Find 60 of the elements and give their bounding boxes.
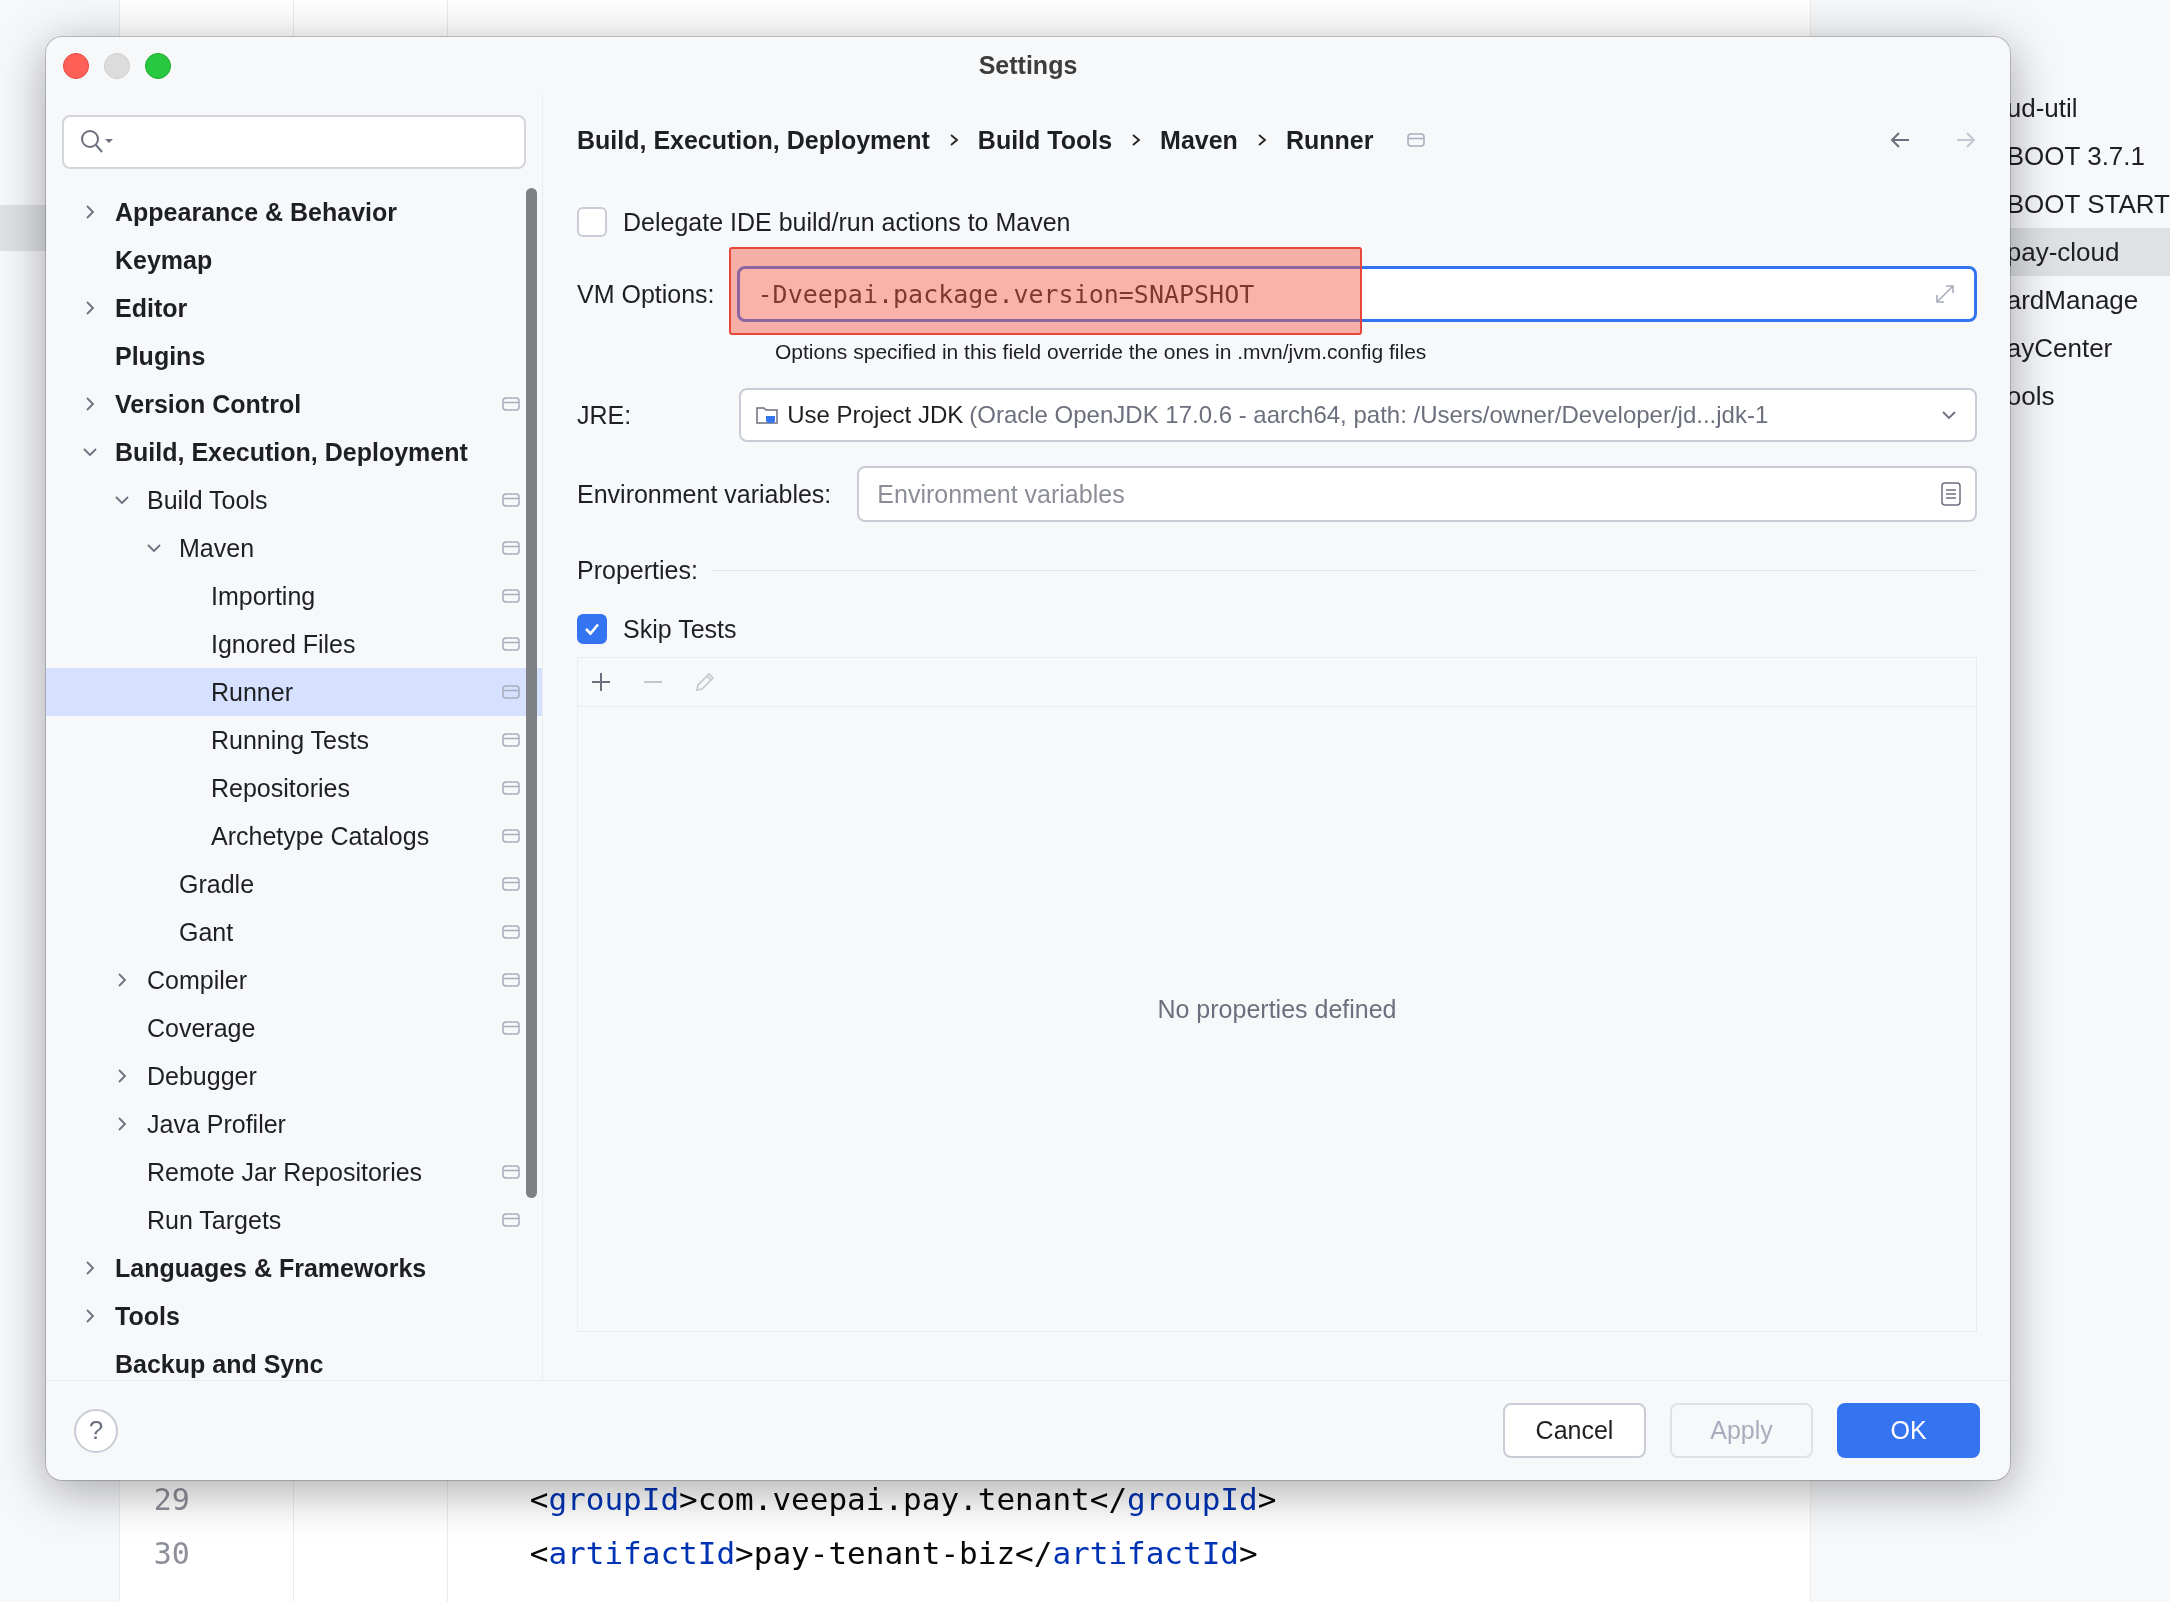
environment-variables-field[interactable]: Environment variables (857, 466, 1977, 522)
tree-item[interactable]: Maven (46, 524, 542, 572)
window-icon (1407, 132, 1426, 148)
expand-icon[interactable] (1934, 283, 1956, 305)
tree-item[interactable]: Tools (46, 1292, 542, 1340)
tree-item[interactable]: Appearance & Behavior (46, 188, 542, 236)
checkbox[interactable] (577, 207, 607, 237)
tree-item[interactable]: Languages & Frameworks (46, 1244, 542, 1292)
tree-item[interactable]: Gradle (46, 860, 542, 908)
tree-item[interactable]: Java Profiler (46, 1100, 542, 1148)
tree-item[interactable]: Editor (46, 284, 542, 332)
tree-item[interactable]: Gant (46, 908, 542, 956)
chevron-right-icon (1130, 133, 1143, 147)
tree-item[interactable]: Runner (46, 668, 542, 716)
tree-item[interactable]: Coverage (46, 1004, 542, 1052)
line-number: 30 (152, 1535, 190, 1571)
tree-item[interactable]: Build, Execution, Deployment (46, 428, 542, 476)
checkbox-label: Delegate IDE build/run actions to Maven (623, 207, 1071, 237)
tree-item[interactable]: Build Tools (46, 476, 542, 524)
empty-message: No properties defined (1157, 994, 1397, 1024)
search-field[interactable] (62, 115, 526, 169)
tree-item[interactable]: Ignored Files (46, 620, 542, 668)
tree-item[interactable]: Debugger (46, 1052, 542, 1100)
close-button[interactable] (63, 52, 89, 79)
field-label: JRE: (577, 400, 632, 430)
tree-item[interactable]: Keymap (46, 236, 542, 284)
section-label: Properties: (577, 556, 698, 585)
tree-item[interactable]: Archetype Catalogs (46, 812, 542, 860)
tree-item[interactable]: Plugins (46, 332, 542, 380)
field-label: Environment variables: (577, 479, 832, 509)
tree-item[interactable]: Run Targets (46, 1196, 542, 1244)
breadcrumb-item[interactable]: Runner (1285, 125, 1374, 155)
tree-item[interactable]: Remote Jar Repositories (46, 1148, 542, 1196)
tree-item[interactable]: Running Tests (46, 716, 542, 764)
hint-text: Options specified in this field override the ones in .mvn/jvm.config files (775, 340, 1428, 364)
line-number: 29 (152, 1481, 190, 1517)
zoom-button[interactable] (145, 52, 171, 79)
checkbox[interactable] (577, 614, 607, 644)
document-icon[interactable] (1941, 482, 1961, 506)
breadcrumb-item[interactable]: Build, Execution, Deployment (577, 125, 930, 155)
field-label: VM Options: (577, 279, 715, 309)
tree-item[interactable]: Backup and Sync (46, 1340, 542, 1388)
code-line: <groupId>com.veepai.pay.tenant</groupId> (529, 1481, 1277, 1517)
code-line: <artifactId>pay-tenant-biz</artifactId> (529, 1535, 1258, 1571)
add-icon[interactable] (590, 671, 612, 693)
jre-dropdown[interactable]: Use Project JDK (Oracle OpenJDK 17.0.6 - aarch64, path: /Users/owner/Developer/jd...jdk-1 (739, 388, 1977, 442)
vm-options-field[interactable]: -Dveepai.package.version=SNAPSHOT (736, 266, 1977, 322)
tree-item[interactable]: Repositories (46, 764, 542, 812)
tree-item[interactable]: Compiler (46, 956, 542, 1004)
breadcrumb-item[interactable]: Maven (1160, 125, 1238, 155)
minimize-button[interactable] (104, 52, 130, 79)
ok-button[interactable]: OK (1837, 1403, 1980, 1458)
tree-item[interactable]: Importing (46, 572, 542, 620)
scrollbar[interactable] (526, 188, 537, 1198)
breadcrumb-item[interactable]: Build Tools (977, 125, 1113, 155)
tree-item[interactable]: Version Control (46, 380, 542, 428)
window-title: Settings (978, 51, 1078, 80)
help-button[interactable]: ? (74, 1408, 118, 1453)
dialog-button[interactable]: Cancel (1503, 1403, 1646, 1458)
checkbox-label: Skip Tests (623, 614, 737, 644)
